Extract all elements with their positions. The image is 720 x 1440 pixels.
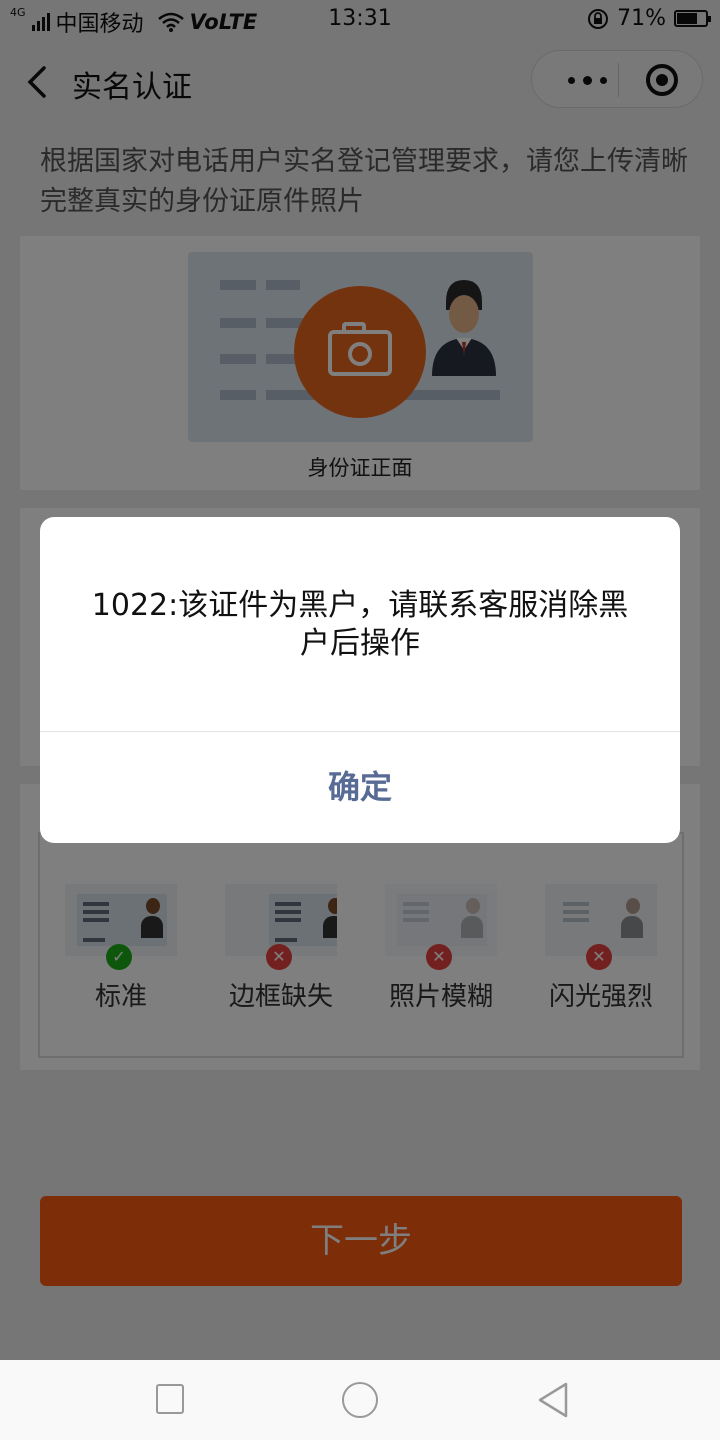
- recent-apps-icon[interactable]: [156, 1384, 184, 1414]
- dialog-message: 1022:该证件为黑户，请联系客服消除黑户后操作: [91, 588, 629, 661]
- system-nav-bar: [0, 1360, 720, 1440]
- back-triangle-icon[interactable]: [534, 1380, 574, 1420]
- confirm-button[interactable]: 确定: [40, 732, 680, 843]
- home-icon[interactable]: [342, 1382, 378, 1418]
- error-dialog: 1022:该证件为黑户，请联系客服消除黑户后操作 确定: [40, 517, 680, 843]
